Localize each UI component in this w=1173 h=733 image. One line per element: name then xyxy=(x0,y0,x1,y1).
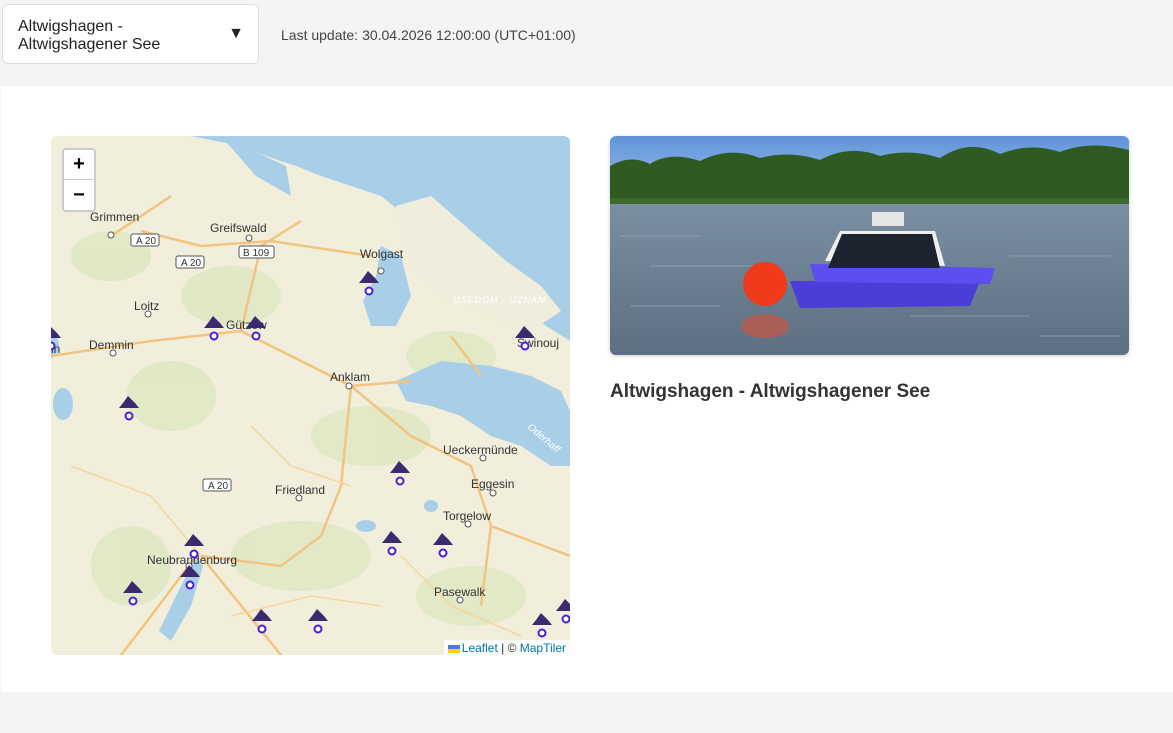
maptiler-link[interactable]: MapTiler xyxy=(520,641,566,655)
zoom-control: + − xyxy=(62,148,96,212)
road-label-b109: B 109 xyxy=(243,248,270,259)
top-bar: Altwigshagen - Altwigshagener See ▼ Last… xyxy=(0,0,1173,86)
station-select-value: Altwigshagen - Altwigshagener See xyxy=(18,18,161,53)
place-label-wolgast: Wolgast xyxy=(360,247,404,261)
place-label-friedland: Friedland xyxy=(275,483,325,497)
zoom-out-button[interactable]: − xyxy=(64,180,94,210)
place-label-anklam: Anklam xyxy=(330,370,370,384)
map-tiles: Grimmen Greifswald Wolgast Loitz Gützow … xyxy=(51,136,570,655)
zoom-in-button[interactable]: + xyxy=(64,150,94,180)
map-attribution: Leaflet | © MapTiler xyxy=(443,640,570,656)
place-label-grimmen: Grimmen xyxy=(90,210,139,224)
place-label-torgelow: Torgelow xyxy=(443,509,491,523)
station-title: Altwigshagen - Altwigshagener See xyxy=(610,381,931,402)
place-label-loitz: Loitz xyxy=(134,299,159,313)
last-update-value: 30.04.2026 12:00:00 (UTC+01:00) xyxy=(362,27,576,43)
last-update: Last update: 30.04.2026 12:00:00 (UTC+01:… xyxy=(281,27,580,43)
ukraine-flag-icon xyxy=(447,644,460,653)
station-select[interactable]: Altwigshagen - Altwigshagener See ▼ xyxy=(2,4,259,64)
attribution-separator: | © xyxy=(497,641,520,655)
station-map[interactable]: Grimmen Greifswald Wolgast Loitz Gützow … xyxy=(51,136,570,655)
place-label-greifswald: Greifswald xyxy=(210,221,267,235)
leaflet-link[interactable]: Leaflet xyxy=(462,641,498,655)
road-label-a20-2: A 20 xyxy=(181,258,201,269)
last-update-label: Last update: xyxy=(281,27,359,43)
place-label-pasewalk: Pasewalk xyxy=(434,585,486,599)
station-photo xyxy=(610,136,1129,355)
place-label-eggesin: Eggesin xyxy=(471,477,514,491)
road-label-a20-3: A 20 xyxy=(208,481,228,492)
road-label-a20-1: A 20 xyxy=(136,236,156,247)
chevron-down-icon: ▼ xyxy=(228,25,244,42)
place-label-usedom: USEDOM - UZNAM xyxy=(453,295,547,305)
place-label-demmin: Demmin xyxy=(89,338,134,352)
place-label-ueckermuende: Ueckermünde xyxy=(443,443,518,457)
